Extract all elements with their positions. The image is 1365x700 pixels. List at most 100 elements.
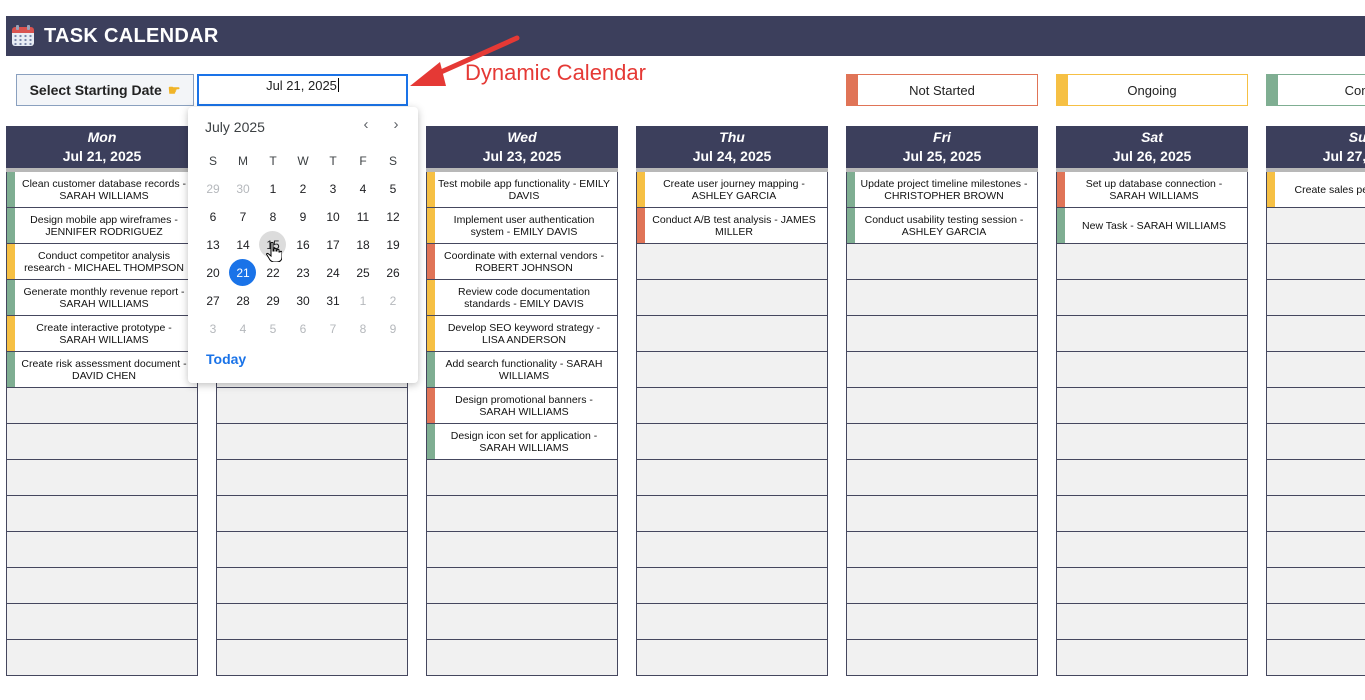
date-cell[interactable]: 6: [198, 203, 228, 231]
empty-cell[interactable]: [426, 532, 618, 568]
empty-cell[interactable]: [846, 640, 1038, 676]
empty-cell[interactable]: [846, 604, 1038, 640]
empty-cell[interactable]: [636, 532, 828, 568]
date-cell[interactable]: 10: [318, 203, 348, 231]
empty-cell[interactable]: [1056, 532, 1248, 568]
date-cell[interactable]: 16: [288, 231, 318, 259]
selected-date-cell[interactable]: 21: [228, 259, 258, 287]
date-cell[interactable]: 2: [288, 175, 318, 203]
date-cell[interactable]: 24: [318, 259, 348, 287]
date-cell[interactable]: 5: [378, 175, 408, 203]
empty-cell[interactable]: [6, 604, 198, 640]
date-cell[interactable]: 12: [378, 203, 408, 231]
empty-cell[interactable]: [426, 604, 618, 640]
empty-cell[interactable]: [216, 532, 408, 568]
date-cell[interactable]: 28: [228, 287, 258, 315]
empty-cell[interactable]: [6, 424, 198, 460]
date-cell[interactable]: 9: [378, 315, 408, 343]
empty-cell[interactable]: [216, 460, 408, 496]
task-cell[interactable]: Design icon set for application - SARAH …: [426, 424, 618, 460]
empty-cell[interactable]: [1056, 460, 1248, 496]
empty-cell[interactable]: [216, 388, 408, 424]
empty-cell[interactable]: [846, 496, 1038, 532]
starting-date-input[interactable]: Jul 21, 2025: [197, 74, 408, 106]
empty-cell[interactable]: [1266, 568, 1365, 604]
empty-cell[interactable]: [216, 496, 408, 532]
task-cell[interactable]: Conduct usability testing session - ASHL…: [846, 208, 1038, 244]
date-cell[interactable]: 6: [288, 315, 318, 343]
empty-cell[interactable]: [846, 532, 1038, 568]
task-cell[interactable]: Coordinate with external vendors - ROBER…: [426, 244, 618, 280]
date-cell[interactable]: 8: [258, 203, 288, 231]
empty-cell[interactable]: [1266, 532, 1365, 568]
task-cell[interactable]: Review code documentation standards - EM…: [426, 280, 618, 316]
empty-cell[interactable]: [1056, 352, 1248, 388]
empty-cell[interactable]: [1266, 460, 1365, 496]
task-cell[interactable]: Add search functionality - SARAH WILLIAM…: [426, 352, 618, 388]
empty-cell[interactable]: [1056, 388, 1248, 424]
empty-cell[interactable]: [846, 352, 1038, 388]
task-cell[interactable]: Create interactive prototype - SARAH WIL…: [6, 316, 198, 352]
chevron-right-icon[interactable]: ›: [384, 116, 408, 133]
empty-cell[interactable]: [636, 352, 828, 388]
empty-cell[interactable]: [426, 568, 618, 604]
date-cell[interactable]: 20: [198, 259, 228, 287]
empty-cell[interactable]: [216, 568, 408, 604]
empty-cell[interactable]: [636, 496, 828, 532]
empty-cell[interactable]: [636, 424, 828, 460]
empty-cell[interactable]: [216, 424, 408, 460]
date-cell[interactable]: 31: [318, 287, 348, 315]
date-cell[interactable]: 30: [228, 175, 258, 203]
task-cell[interactable]: Design mobile app wireframes - JENNIFER …: [6, 208, 198, 244]
empty-cell[interactable]: [1266, 388, 1365, 424]
date-cell[interactable]: 19: [378, 231, 408, 259]
empty-cell[interactable]: [846, 568, 1038, 604]
empty-cell[interactable]: [1266, 496, 1365, 532]
date-cell[interactable]: 25: [348, 259, 378, 287]
empty-cell[interactable]: [426, 496, 618, 532]
empty-cell[interactable]: [6, 388, 198, 424]
date-cell[interactable]: 14: [228, 231, 258, 259]
date-cell[interactable]: 8: [348, 315, 378, 343]
date-cell[interactable]: 1: [348, 287, 378, 315]
empty-cell[interactable]: [6, 460, 198, 496]
today-button[interactable]: Today: [206, 351, 246, 367]
empty-cell[interactable]: [636, 244, 828, 280]
task-cell[interactable]: Design promotional banners - SARAH WILLI…: [426, 388, 618, 424]
date-cell[interactable]: 13: [198, 231, 228, 259]
empty-cell[interactable]: [216, 640, 408, 676]
chevron-left-icon[interactable]: ‹: [354, 116, 378, 133]
task-cell[interactable]: Implement user authentication system - E…: [426, 208, 618, 244]
date-cell[interactable]: 3: [318, 175, 348, 203]
empty-cell[interactable]: [636, 640, 828, 676]
date-cell[interactable]: 29: [198, 175, 228, 203]
date-cell[interactable]: 3: [198, 315, 228, 343]
empty-cell[interactable]: [1056, 244, 1248, 280]
empty-cell[interactable]: [636, 316, 828, 352]
date-cell[interactable]: 30: [288, 287, 318, 315]
date-cell[interactable]: 4: [348, 175, 378, 203]
empty-cell[interactable]: [1056, 424, 1248, 460]
empty-cell[interactable]: [1266, 352, 1365, 388]
task-cell[interactable]: Test mobile app functionality - EMILY DA…: [426, 172, 618, 208]
empty-cell[interactable]: [846, 244, 1038, 280]
empty-cell[interactable]: [426, 640, 618, 676]
task-cell[interactable]: Develop SEO keyword strategy - LISA ANDE…: [426, 316, 618, 352]
empty-cell[interactable]: [6, 640, 198, 676]
empty-cell[interactable]: [846, 424, 1038, 460]
date-cell[interactable]: 22: [258, 259, 288, 287]
empty-cell[interactable]: [1266, 280, 1365, 316]
task-cell[interactable]: Conduct competitor analysis research - M…: [6, 244, 198, 280]
date-cell[interactable]: 23: [288, 259, 318, 287]
empty-cell[interactable]: [1266, 424, 1365, 460]
date-cell[interactable]: 9: [288, 203, 318, 231]
empty-cell[interactable]: [6, 496, 198, 532]
task-cell[interactable]: Create sales perfo... - JAMES: [1266, 172, 1365, 208]
date-cell[interactable]: 29: [258, 287, 288, 315]
empty-cell[interactable]: [1056, 604, 1248, 640]
empty-cell[interactable]: [1056, 316, 1248, 352]
empty-cell[interactable]: [636, 604, 828, 640]
date-cell[interactable]: 17: [318, 231, 348, 259]
task-cell[interactable]: Clean customer database records - SARAH …: [6, 172, 198, 208]
date-cell[interactable]: 7: [318, 315, 348, 343]
